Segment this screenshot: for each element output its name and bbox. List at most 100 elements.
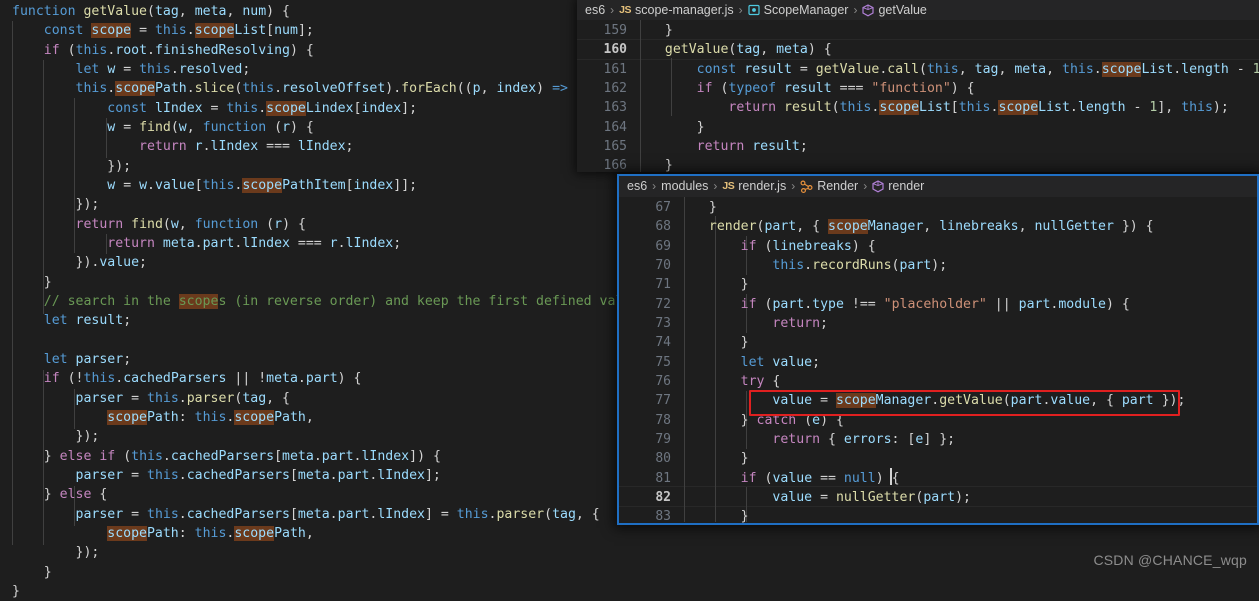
- code-line[interactable]: 161 const result = getValue.call(this, t…: [577, 60, 1259, 79]
- breadcrumb-item-method[interactable]: getValue: [878, 0, 926, 20]
- code-line-text: }: [12, 564, 52, 580]
- code-line-text: render(part, { scopeManager, linebreaks,…: [708, 219, 1154, 235]
- watermark: CSDN @CHANCE_wqp: [1093, 552, 1247, 568]
- breadcrumb-item-es6[interactable]: es6: [585, 0, 605, 20]
- breadcrumb-item-file[interactable]: scope-manager.js: [635, 0, 734, 20]
- code-line[interactable]: 82 value = nullGetter(part);: [619, 488, 1257, 507]
- line-number: 166: [603, 158, 627, 173]
- code-line[interactable]: 76 try {: [619, 372, 1257, 391]
- code-line[interactable]: 77 value = scopeManager.getValue(part.va…: [619, 391, 1257, 410]
- code-line[interactable]: 163 return result(this.scopeList[this.sc…: [577, 98, 1259, 117]
- code-line[interactable]: 74 }: [619, 333, 1257, 352]
- code-line-text: }: [12, 583, 20, 599]
- breadcrumb-item-modules[interactable]: modules: [661, 176, 708, 197]
- code-line-text: return { errors: [e] };: [772, 431, 956, 447]
- line-number: 80: [655, 451, 671, 467]
- line-number: 67: [655, 200, 671, 215]
- breadcrumb-item-es6[interactable]: es6: [627, 176, 647, 197]
- code-line-text: if (part.type !== "placeholder" || part.…: [740, 296, 1130, 312]
- scope-manager-editor-panel[interactable]: es6 › JS scope-manager.js › ScopeManager…: [577, 0, 1259, 173]
- code-line-text: try {: [740, 373, 781, 389]
- code-line-text: return;: [772, 315, 828, 331]
- code-line[interactable]: 70 this.recordRuns(part);: [619, 256, 1257, 275]
- js-file-icon: JS: [722, 180, 735, 192]
- line-number: 78: [655, 412, 671, 428]
- breadcrumb-item-class[interactable]: ScopeManager: [764, 0, 849, 20]
- code-line[interactable]: }: [0, 563, 1259, 582]
- code-line[interactable]: }: [0, 582, 1259, 601]
- breadcrumb-item-method[interactable]: render: [888, 176, 924, 197]
- code-line-text: if (value == null) {: [740, 470, 900, 486]
- code-line-text: }: [649, 158, 673, 173]
- line-number: 79: [655, 431, 671, 447]
- js-file-icon: JS: [619, 4, 631, 16]
- breadcrumb[interactable]: es6 › modules › JS render.js › Render ›: [619, 176, 1257, 197]
- module-icon: [800, 180, 813, 193]
- code-line[interactable]: 67 }: [619, 198, 1257, 217]
- breadcrumb-separator-icon: ›: [652, 179, 657, 193]
- code-line[interactable]: });: [0, 543, 1259, 562]
- code-line[interactable]: 73 return;: [619, 314, 1257, 333]
- code-line-text: }: [693, 335, 749, 351]
- breadcrumb-item-file[interactable]: render.js: [738, 176, 786, 197]
- line-number: 69: [655, 238, 671, 254]
- line-number: 164: [603, 119, 627, 135]
- code-line[interactable]: 80 }: [619, 449, 1257, 468]
- code-line-text: } catch (e) {: [693, 412, 844, 428]
- code-line[interactable]: 81 if (value == null) {: [619, 469, 1257, 488]
- line-number: 163: [603, 100, 627, 116]
- line-number: 70: [655, 257, 671, 273]
- line-number: 76: [655, 373, 671, 389]
- line-number: 74: [655, 335, 671, 351]
- line-number: 72: [655, 296, 671, 312]
- breadcrumb-bar-render[interactable]: es6 › modules › JS render.js › Render ›: [619, 176, 1257, 197]
- code-line[interactable]: 160 getValue(tag, meta) {: [577, 40, 1259, 59]
- code-line[interactable]: 79 return { errors: [e] };: [619, 430, 1257, 449]
- code-line[interactable]: 164 }: [577, 118, 1259, 137]
- code-line-text: this.recordRuns(part);: [772, 257, 948, 273]
- code-line[interactable]: 69 if (linebreaks) {: [619, 237, 1257, 256]
- text-cursor: [890, 468, 892, 485]
- line-number: 161: [603, 61, 627, 77]
- line-number: 81: [655, 470, 671, 486]
- breadcrumb-separator-icon: ›: [610, 3, 615, 17]
- code-line[interactable]: 68 render(part, { scopeManager, linebrea…: [619, 217, 1257, 236]
- code-line-text: }: [693, 451, 749, 467]
- line-number: 75: [655, 354, 671, 370]
- code-line-text: let value;: [740, 354, 821, 370]
- code-line[interactable]: 165 return result;: [577, 137, 1259, 156]
- breadcrumb-separator-icon: ›: [863, 179, 868, 193]
- code-line[interactable]: 75 let value;: [619, 353, 1257, 372]
- breadcrumb-bar-scope-manager[interactable]: es6 › JS scope-manager.js › ScopeManager…: [577, 0, 1259, 20]
- code-line-text: const result = getValue.call(this, tag, …: [696, 61, 1259, 77]
- class-icon: [748, 4, 760, 16]
- code-line-text: if (typeof result === "function") {: [696, 80, 975, 96]
- render-code-area[interactable]: 67 } 68 render(part, { scopeManager, lin…: [619, 197, 1257, 523]
- line-number: 162: [603, 80, 627, 96]
- code-line[interactable]: 159 }: [577, 21, 1259, 40]
- code-line[interactable]: 78 } catch (e) {: [619, 411, 1257, 430]
- code-line[interactable]: 162 if (typeof result === "function") {: [577, 79, 1259, 98]
- code-line-text: if (linebreaks) {: [740, 238, 876, 254]
- breadcrumb-separator-icon: ›: [791, 179, 796, 193]
- method-icon: [862, 3, 875, 17]
- code-line[interactable]: 83 }: [619, 507, 1257, 523]
- breadcrumb-separator-icon: ›: [738, 3, 743, 17]
- code-line[interactable]: 72 if (part.type !== "placeholder" || pa…: [619, 295, 1257, 314]
- render-editor-panel[interactable]: es6 › modules › JS render.js › Render ›: [617, 174, 1259, 525]
- breadcrumb-item-class[interactable]: Render: [817, 176, 858, 197]
- line-number: 71: [655, 277, 671, 293]
- line-number: 77: [655, 393, 671, 409]
- code-line-text: value = scopeManager.getValue(part.value…: [772, 393, 1186, 409]
- breadcrumb[interactable]: es6 › JS scope-manager.js › ScopeManager…: [577, 0, 1259, 20]
- code-line[interactable]: 71 }: [619, 275, 1257, 294]
- code-line-text: });: [12, 545, 100, 561]
- code-line-text: }: [693, 277, 749, 293]
- line-number: 68: [655, 219, 671, 235]
- screenshot-root: function getValue(tag, meta, num) { cons…: [0, 0, 1259, 599]
- code-line-text: }: [693, 509, 749, 523]
- code-line-text: scopePath: this.scopePath,: [107, 525, 314, 541]
- code-line[interactable]: scopePath: this.scopePath,: [0, 524, 1259, 543]
- scope-manager-code-area[interactable]: 159 } 160 getValue(tag, meta) { 161 cons…: [577, 20, 1259, 173]
- code-line[interactable]: 166 }: [577, 156, 1259, 173]
